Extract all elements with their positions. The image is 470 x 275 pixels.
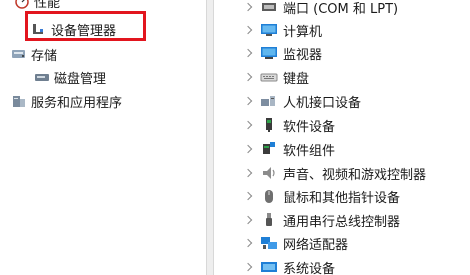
device-category-label: 软件组件 xyxy=(283,143,336,159)
device-category-hid[interactable]: 人机接口设备 xyxy=(214,89,361,113)
chevron-right-icon[interactable] xyxy=(242,23,256,37)
device-category-software-components[interactable]: 软件组件 xyxy=(214,137,335,161)
device-category-label: 人机接口设备 xyxy=(283,95,362,111)
chevron-right-icon[interactable] xyxy=(242,142,256,156)
network-icon xyxy=(260,235,278,251)
keyboard-icon xyxy=(260,69,278,85)
tree-item-label: 存储 xyxy=(31,48,58,64)
device-category-label: 端口 (COM 和 LPT) xyxy=(283,1,399,17)
chevron-right-icon[interactable] xyxy=(242,70,256,84)
tree-item-storage[interactable]: 存储 xyxy=(11,43,57,65)
left-navigation-pane: 性能 设备管理器 存储 磁盘管理 服务和应用程序 xyxy=(0,0,206,275)
hid-icon xyxy=(260,93,278,109)
device-category-label: 通用串行总线控制器 xyxy=(283,214,401,230)
chevron-right-icon[interactable] xyxy=(242,94,256,108)
device-category-network-adapters[interactable]: 网络适配器 xyxy=(214,231,348,255)
usb-icon xyxy=(260,212,278,228)
chevron-right-icon[interactable] xyxy=(242,46,256,60)
device-category-sound-video-game[interactable]: 声音、视频和游戏控制器 xyxy=(214,161,426,185)
device-category-label: 计算机 xyxy=(283,24,323,40)
device-category-computer[interactable]: 计算机 xyxy=(214,18,322,42)
tree-item-services-applications[interactable]: 服务和应用程序 xyxy=(11,90,122,112)
device-category-usb[interactable]: 通用串行总线控制器 xyxy=(214,208,400,232)
software-device-icon xyxy=(260,117,278,133)
device-category-label: 系统设备 xyxy=(283,261,336,275)
services-icon xyxy=(11,93,27,109)
monitor-icon xyxy=(260,45,278,61)
device-category-label: 软件设备 xyxy=(283,119,336,135)
computer-icon xyxy=(260,22,278,38)
chevron-right-icon[interactable] xyxy=(242,260,256,274)
tree-item-disk-management[interactable]: 磁盘管理 xyxy=(34,66,106,88)
device-category-label: 键盘 xyxy=(283,71,310,87)
device-category-software-devices[interactable]: 软件设备 xyxy=(214,113,335,137)
software-component-icon xyxy=(260,141,278,157)
port-icon xyxy=(260,0,278,15)
chevron-right-icon[interactable] xyxy=(242,166,256,180)
device-category-label: 监视器 xyxy=(283,47,323,63)
performance-icon xyxy=(14,0,30,9)
chevron-right-icon[interactable] xyxy=(242,0,256,14)
disk-management-icon xyxy=(34,69,50,85)
tree-item-label: 磁盘管理 xyxy=(54,71,107,87)
tree-item-label: 服务和应用程序 xyxy=(31,95,123,111)
mouse-icon xyxy=(260,188,278,204)
device-category-label: 网络适配器 xyxy=(283,237,349,253)
pane-divider-scrollbar[interactable] xyxy=(206,0,214,275)
device-category-label: 鼠标和其他指针设备 xyxy=(283,190,401,206)
device-category-ports[interactable]: 端口 (COM 和 LPT) xyxy=(214,0,398,19)
chevron-right-icon[interactable] xyxy=(242,213,256,227)
sound-icon xyxy=(260,165,278,181)
device-category-label: 声音、视频和游戏控制器 xyxy=(283,167,427,183)
device-category-keyboards[interactable]: 键盘 xyxy=(214,65,309,89)
device-list-pane: 端口 (COM 和 LPT) 计算机 监视器 键盘 人机接口设备 软件设备 软件… xyxy=(214,0,470,275)
device-category-system-devices[interactable]: 系统设备 xyxy=(214,255,335,275)
highlight-box xyxy=(25,11,146,41)
system-icon xyxy=(260,259,278,275)
storage-icon xyxy=(11,46,27,62)
chevron-right-icon[interactable] xyxy=(242,118,256,132)
device-category-mice[interactable]: 鼠标和其他指针设备 xyxy=(214,184,400,208)
device-category-monitors[interactable]: 监视器 xyxy=(214,41,322,65)
tree-item-label: 性能 xyxy=(34,0,61,11)
chevron-right-icon[interactable] xyxy=(242,236,256,250)
chevron-right-icon[interactable] xyxy=(242,189,256,203)
